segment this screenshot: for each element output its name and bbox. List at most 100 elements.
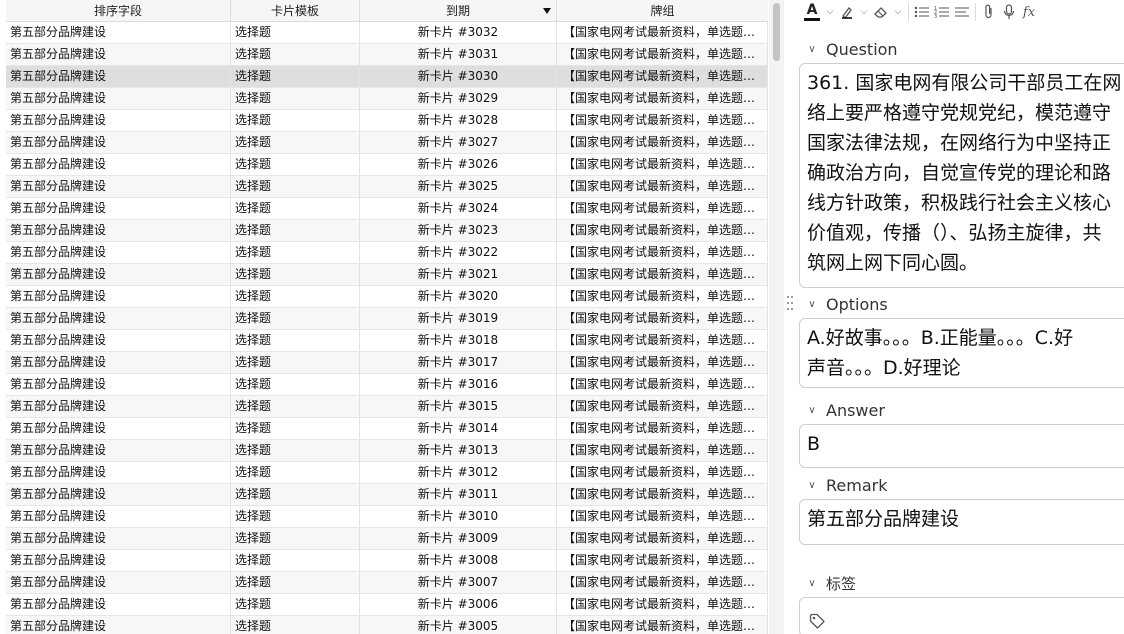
table-row[interactable]: 第五部分品牌建设 选择题 新卡片 #3030 【国家电网考试最新资料，单选题】... [6, 66, 768, 88]
table-row[interactable]: 第五部分品牌建设 选择题 新卡片 #3008 【国家电网考试最新资料，单选题】... [6, 550, 768, 572]
cell-sort-field: 第五部分品牌建设 [6, 550, 231, 571]
formula-icon[interactable]: fx [1020, 1, 1038, 23]
table-row[interactable]: 第五部分品牌建设 选择题 新卡片 #3018 【国家电网考试最新资料，单选题】... [6, 330, 768, 352]
table-row[interactable]: 第五部分品牌建设 选择题 新卡片 #3026 【国家电网考试最新资料，单选题】... [6, 154, 768, 176]
align-icon[interactable] [953, 1, 971, 23]
text-color-icon[interactable]: A [802, 1, 822, 23]
cell-deck: 【国家电网考试最新资料，单选题】... [557, 242, 768, 263]
chevron-down-icon[interactable]: ⌵ [824, 1, 836, 23]
table-row[interactable]: 第五部分品牌建设 选择题 新卡片 #3011 【国家电网考试最新资料，单选题】... [6, 484, 768, 506]
cell-sort-field: 第五部分品牌建设 [6, 462, 231, 483]
field-header-question[interactable]: ∨ Question [798, 38, 1124, 60]
column-header-template[interactable]: 卡片模板 [231, 0, 360, 21]
cell-template: 选择题 [231, 506, 360, 527]
cell-deck: 【国家电网考试最新资料，单选题】... [557, 264, 768, 285]
column-header-sort-field[interactable]: 排序字段 [6, 0, 231, 21]
cell-sort-field: 第五部分品牌建设 [6, 308, 231, 329]
cell-template: 选择题 [231, 616, 360, 634]
options-text-line: A.好故事。。。B.正能量。。。C.好 [807, 327, 1074, 349]
field-header-answer[interactable]: ∨ Answer [798, 399, 1124, 421]
table-row[interactable]: 第五部分品牌建设 选择题 新卡片 #3021 【国家电网考试最新资料，单选题】... [6, 264, 768, 286]
cell-deck: 【国家电网考试最新资料，单选题】... [557, 616, 768, 634]
field-header-options[interactable]: ∨ Options [798, 293, 1124, 315]
cell-deck: 【国家电网考试最新资料，单选题】... [557, 154, 768, 175]
table-row[interactable]: 第五部分品牌建设 选择题 新卡片 #3027 【国家电网考试最新资料，单选题】... [6, 132, 768, 154]
tags-field[interactable] [799, 597, 1124, 634]
toolbar-separator [908, 3, 909, 21]
table-scrollbar[interactable] [769, 0, 784, 634]
table-row[interactable]: 第五部分品牌建设 选择题 新卡片 #3005 【国家电网考试最新资料，单选题】... [6, 616, 768, 634]
cell-due: 新卡片 #3020 [360, 286, 557, 307]
table-row[interactable]: 第五部分品牌建设 选择题 新卡片 #3019 【国家电网考试最新资料，单选题】... [6, 308, 768, 330]
microphone-icon[interactable] [1000, 1, 1018, 23]
cell-sort-field: 第五部分品牌建设 [6, 616, 231, 634]
cell-template: 选择题 [231, 330, 360, 351]
table-header: 排序字段 卡片模板 到期 牌组 [6, 0, 768, 22]
chevron-down-icon[interactable]: ∨ [804, 480, 820, 491]
table-scrollbar-thumb[interactable] [773, 3, 780, 61]
cell-due: 新卡片 #3008 [360, 550, 557, 571]
chevron-down-icon[interactable]: ∨ [804, 44, 820, 55]
table-row[interactable]: 第五部分品牌建设 选择题 新卡片 #3023 【国家电网考试最新资料，单选题】... [6, 220, 768, 242]
cell-template: 选择题 [231, 572, 360, 593]
chevron-down-icon[interactable]: ∨ [804, 405, 820, 416]
cell-due: 新卡片 #3027 [360, 132, 557, 153]
table-row[interactable]: 第五部分品牌建设 选择题 新卡片 #3022 【国家电网考试最新资料，单选题】... [6, 242, 768, 264]
cell-sort-field: 第五部分品牌建设 [6, 110, 231, 131]
answer-field[interactable]: B [799, 424, 1124, 468]
format-toolbar: A ⌵ ⌵ ⌵ 123 fx [798, 0, 1124, 24]
cell-sort-field: 第五部分品牌建设 [6, 484, 231, 505]
question-field[interactable]: 361. 国家电网有限公司干部员工在网 络上要严格遵守党规党纪，模范遵守 国家法律法… [799, 63, 1124, 288]
cell-deck: 【国家电网考试最新资料，单选题】... [557, 220, 768, 241]
cell-template: 选择题 [231, 220, 360, 241]
table-row[interactable]: 第五部分品牌建设 选择题 新卡片 #3010 【国家电网考试最新资料，单选题】... [6, 506, 768, 528]
bullet-list-icon[interactable] [913, 1, 931, 23]
field-header-tags[interactable]: ∨ 标签 [798, 572, 1124, 594]
table-row[interactable]: 第五部分品牌建设 选择题 新卡片 #3006 【国家电网考试最新资料，单选题】... [6, 594, 768, 616]
column-header-deck[interactable]: 牌组 [557, 0, 768, 21]
table-row[interactable]: 第五部分品牌建设 选择题 新卡片 #3015 【国家电网考试最新资料，单选题】... [6, 396, 768, 418]
table-row[interactable]: 第五部分品牌建设 选择题 新卡片 #3020 【国家电网考试最新资料，单选题】... [6, 286, 768, 308]
cell-deck: 【国家电网考试最新资料，单选题】... [557, 286, 768, 307]
pane-splitter[interactable] [784, 0, 798, 634]
field-label-options: Options [826, 294, 888, 314]
eraser-icon[interactable] [872, 1, 890, 23]
chevron-down-icon[interactable]: ⌵ [858, 1, 870, 23]
cell-sort-field: 第五部分品牌建设 [6, 220, 231, 241]
cell-deck: 【国家电网考试最新资料，单选题】... [557, 44, 768, 65]
column-header-due[interactable]: 到期 [360, 0, 557, 21]
table-row[interactable]: 第五部分品牌建设 选择题 新卡片 #3025 【国家电网考试最新资料，单选题】... [6, 176, 768, 198]
cell-due: 新卡片 #3011 [360, 484, 557, 505]
cell-due: 新卡片 #3030 [360, 66, 557, 87]
table-row[interactable]: 第五部分品牌建设 选择题 新卡片 #3016 【国家电网考试最新资料，单选题】... [6, 374, 768, 396]
table-row[interactable]: 第五部分品牌建设 选择题 新卡片 #3028 【国家电网考试最新资料，单选题】... [6, 110, 768, 132]
attachment-icon[interactable] [980, 1, 998, 23]
table-row[interactable]: 第五部分品牌建设 选择题 新卡片 #3007 【国家电网考试最新资料，单选题】... [6, 572, 768, 594]
cell-deck: 【国家电网考试最新资料，单选题】... [557, 418, 768, 439]
browser-window: 排序字段 卡片模板 到期 牌组 第五部分品牌建设 选择题 新卡片 #3032 【国家电… [0, 0, 1124, 634]
table-row[interactable]: 第五部分品牌建设 选择题 新卡片 #3024 【国家电网考试最新资料，单选题】... [6, 198, 768, 220]
table-row[interactable]: 第五部分品牌建设 选择题 新卡片 #3014 【国家电网考试最新资料，单选题】... [6, 418, 768, 440]
chevron-down-icon[interactable]: ∨ [804, 299, 820, 310]
numbered-list-icon[interactable]: 123 [933, 1, 951, 23]
field-header-remark[interactable]: ∨ Remark [798, 474, 1124, 496]
highlight-icon[interactable] [838, 1, 856, 23]
options-field[interactable]: A.好故事。。。B.正能量。。。C.好 声音。。。D.好理论 [799, 318, 1124, 388]
cell-sort-field: 第五部分品牌建设 [6, 352, 231, 373]
table-row[interactable]: 第五部分品牌建设 选择题 新卡片 #3009 【国家电网考试最新资料，单选题】... [6, 528, 768, 550]
cell-sort-field: 第五部分品牌建设 [6, 176, 231, 197]
splitter-grip-icon[interactable] [787, 296, 793, 310]
table-row[interactable]: 第五部分品牌建设 选择题 新卡片 #3029 【国家电网考试最新资料，单选题】... [6, 88, 768, 110]
table-row[interactable]: 第五部分品牌建设 选择题 新卡片 #3012 【国家电网考试最新资料，单选题】... [6, 462, 768, 484]
table-row[interactable]: 第五部分品牌建设 选择题 新卡片 #3031 【国家电网考试最新资料，单选题】... [6, 44, 768, 66]
chevron-down-icon[interactable]: ⌵ [892, 1, 904, 23]
table-row[interactable]: 第五部分品牌建设 选择题 新卡片 #3017 【国家电网考试最新资料，单选题】... [6, 352, 768, 374]
table-row[interactable]: 第五部分品牌建设 选择题 新卡片 #3032 【国家电网考试最新资料，单选题】... [6, 22, 768, 44]
remark-field[interactable]: 第五部分品牌建设 [799, 499, 1124, 545]
cell-due: 新卡片 #3018 [360, 330, 557, 351]
chevron-down-icon[interactable]: ∨ [804, 578, 820, 589]
card-table: 排序字段 卡片模板 到期 牌组 第五部分品牌建设 选择题 新卡片 #3032 【国家电… [0, 0, 784, 634]
table-row[interactable]: 第五部分品牌建设 选择题 新卡片 #3013 【国家电网考试最新资料，单选题】... [6, 440, 768, 462]
note-editor: A ⌵ ⌵ ⌵ 123 fx ∨ Question 361. 国家电网有限公司干… [798, 0, 1124, 634]
cell-deck: 【国家电网考试最新资料，单选题】... [557, 132, 768, 153]
